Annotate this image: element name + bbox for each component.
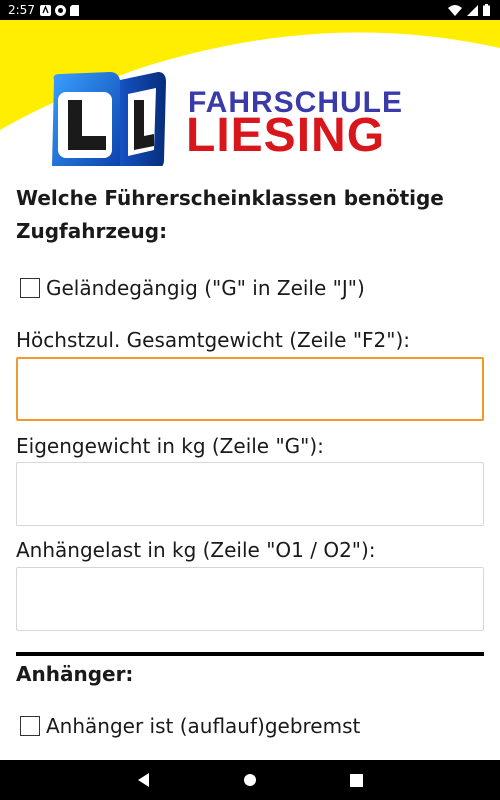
notification-circle-icon bbox=[55, 4, 66, 16]
status-bar: 2:57 bbox=[0, 0, 500, 20]
wifi-icon bbox=[448, 4, 462, 16]
home-icon bbox=[244, 774, 256, 786]
recents-icon bbox=[349, 773, 363, 787]
trailer-heading: Anhänger: bbox=[16, 662, 134, 686]
tow-vehicle-heading: Welche Führerscheinklassen benötige Zugf… bbox=[16, 186, 444, 243]
home-button[interactable] bbox=[240, 770, 260, 790]
trailer-braked-checkbox[interactable] bbox=[20, 716, 40, 736]
notification-sd-icon bbox=[70, 4, 79, 16]
header-banner: FAHRSCHULE LIESING bbox=[0, 20, 500, 166]
section-divider bbox=[16, 652, 484, 656]
recents-button[interactable] bbox=[346, 770, 366, 790]
max-weight-label: Höchstzul. Gesamtgewicht (Zeile "F2"): bbox=[16, 328, 410, 352]
towing-capacity-input[interactable] bbox=[16, 567, 484, 631]
notification-icons bbox=[40, 4, 79, 16]
navigation-bar bbox=[0, 760, 500, 800]
notification-a-icon bbox=[40, 4, 51, 16]
system-icons bbox=[448, 3, 490, 17]
max-weight-input[interactable] bbox=[16, 357, 484, 421]
battery-icon bbox=[483, 4, 490, 16]
trailer-braked-checkbox-label: Anhänger ist (auflauf)gebremst bbox=[46, 714, 361, 738]
status-time: 2:57 bbox=[8, 3, 35, 17]
logo-cube-icon bbox=[52, 72, 166, 166]
brand-line-liesing: LIESING bbox=[186, 109, 386, 162]
back-icon bbox=[138, 773, 149, 787]
back-button[interactable] bbox=[134, 770, 154, 790]
offroad-checkbox-label: Geländegängig ("G" in Zeile "J") bbox=[46, 276, 365, 300]
offroad-checkbox-row[interactable]: Geländegängig ("G" in Zeile "J") bbox=[16, 276, 365, 300]
offroad-checkbox[interactable] bbox=[20, 278, 40, 298]
towing-capacity-label: Anhängelast in kg (Zeile "O1 / O2"): bbox=[16, 538, 376, 562]
own-weight-input[interactable] bbox=[16, 462, 484, 526]
trailer-braked-checkbox-row[interactable]: Anhänger ist (auflauf)gebremst bbox=[16, 714, 360, 738]
own-weight-label: Eigengewicht in kg (Zeile "G"): bbox=[16, 434, 324, 458]
signal-icon bbox=[467, 4, 478, 16]
